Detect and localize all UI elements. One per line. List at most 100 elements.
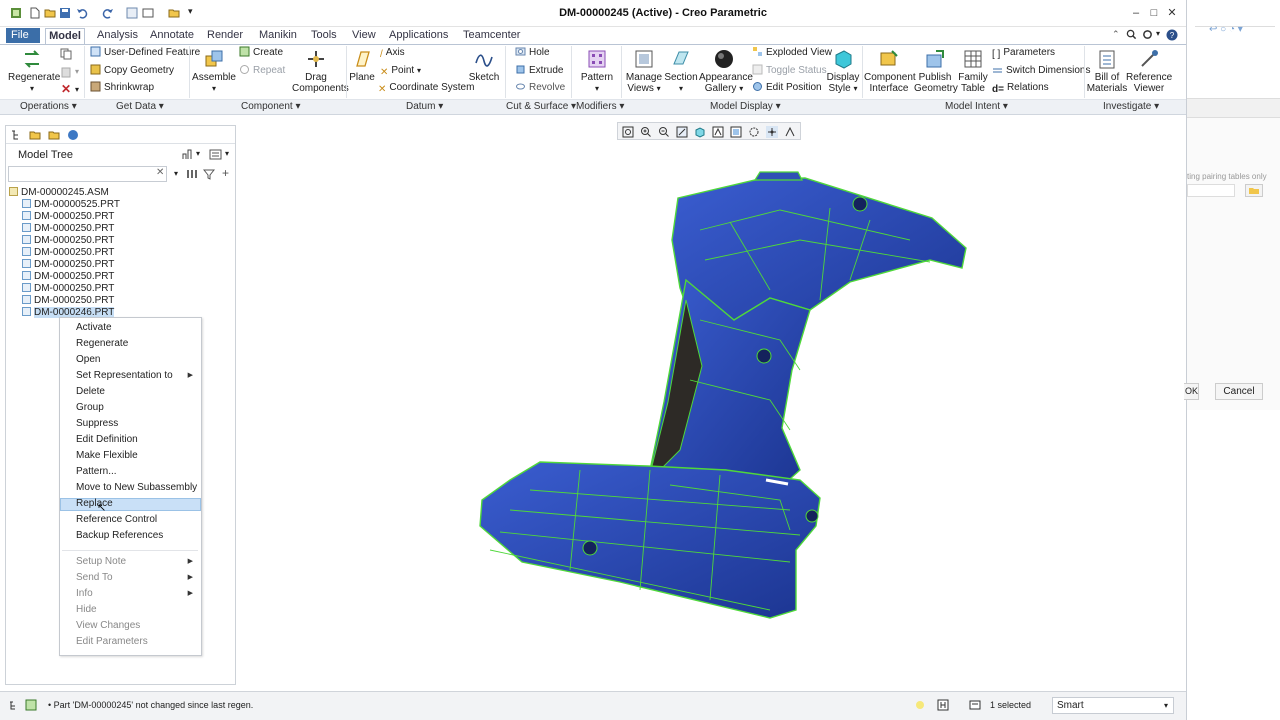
tree-item[interactable]: DM-00000525.PRT (22, 199, 120, 211)
tree-root[interactable]: DM-00000245.ASM (9, 187, 109, 199)
folder-browser-tab-icon[interactable] (29, 129, 41, 141)
spin-center-icon[interactable] (766, 126, 778, 138)
extrude-button[interactable]: Extrude (515, 64, 563, 78)
publish-geometry-button[interactable]: Publish Geometry (914, 48, 958, 94)
maximize-icon[interactable]: □ (1146, 5, 1162, 21)
tab-analysis[interactable]: Analysis (95, 28, 140, 44)
show-dropdown-icon[interactable]: ▾ (225, 149, 229, 158)
context-menu-item[interactable]: Suppress (76, 417, 201, 431)
appearance-gallery-button[interactable]: Appearance Gallery ▾ (699, 48, 753, 94)
tab-annotate[interactable]: Annotate (148, 28, 196, 44)
plane-button[interactable]: Plane (348, 48, 376, 83)
tree-item[interactable]: DM-0000250.PRT (22, 223, 114, 235)
tree-settings-icon[interactable] (181, 148, 194, 161)
tab-teamcenter[interactable]: Teamcenter (461, 28, 522, 44)
context-menu-item[interactable]: Delete (76, 385, 201, 399)
parameters-button[interactable]: [ ] Parameters (992, 46, 1055, 60)
context-menu-item[interactable]: Hide (76, 603, 201, 617)
favorites-tab-icon[interactable] (48, 129, 60, 141)
show-icon[interactable] (209, 148, 222, 161)
redo-icon[interactable] (102, 7, 114, 19)
group-model-display[interactable]: Model Display ▾ (710, 101, 781, 112)
model-tree-search-input[interactable] (8, 166, 167, 182)
ok-button[interactable]: OK (1183, 383, 1199, 400)
refit-icon[interactable] (622, 126, 634, 138)
folder-icon[interactable] (168, 7, 180, 19)
datum-display-icon[interactable] (784, 126, 796, 138)
assemble-button[interactable]: Assemble ▾ (192, 48, 236, 94)
component-interface-button[interactable]: Component Interface (864, 48, 916, 94)
context-menu-item[interactable]: Move to New Subassembly (76, 481, 201, 495)
perspective-view-icon[interactable] (748, 126, 760, 138)
view-manager-icon[interactable] (730, 126, 742, 138)
context-menu-item[interactable]: Edit Parameters (76, 635, 201, 649)
selection-buffer-icon[interactable] (969, 699, 981, 711)
attention-icon[interactable] (910, 699, 926, 711)
find-icon[interactable] (186, 168, 198, 180)
close-icon[interactable]: ✕ (1164, 5, 1180, 21)
group-model-intent[interactable]: Model Intent ▾ (945, 101, 1008, 112)
group-investigate[interactable]: Investigate ▾ (1103, 101, 1159, 112)
context-menu-item[interactable]: Group (76, 401, 201, 415)
context-menu-item[interactable]: Pattern... (76, 465, 201, 479)
copy-icon[interactable] (60, 48, 72, 60)
context-menu-item[interactable]: Reference Control (76, 513, 201, 527)
3d-model[interactable] (470, 170, 975, 630)
undo-icon[interactable] (76, 7, 88, 19)
browser-icon[interactable]: ↩ ○ ◔ ▾ (1209, 24, 1243, 35)
switch-dimensions-button[interactable]: Switch Dimensions (992, 64, 1090, 78)
family-table-button[interactable]: Family Table (956, 48, 990, 94)
context-menu-item[interactable]: Setup Note ▶ (76, 555, 201, 569)
add-column-icon[interactable]: + (222, 166, 229, 180)
dialog-field[interactable] (1187, 184, 1235, 197)
tab-render[interactable]: Render (205, 28, 245, 44)
hole-button[interactable]: Hole (515, 46, 550, 60)
tab-applications[interactable]: Applications (387, 28, 450, 44)
repaint-icon[interactable] (676, 126, 688, 138)
history-tab-icon[interactable] (67, 129, 79, 141)
group-modifiers[interactable]: Modifiers ▾ (576, 101, 624, 112)
copy-geometry-button[interactable]: Copy Geometry (90, 64, 174, 78)
regenerate-small-icon[interactable] (126, 7, 138, 19)
context-menu-item[interactable]: Edit Definition (76, 433, 201, 447)
toggle-status-button[interactable]: Toggle Status (752, 64, 827, 78)
repeat-button[interactable]: Repeat (239, 64, 285, 78)
display-style-view-icon[interactable] (694, 126, 706, 138)
search-icon[interactable] (1126, 29, 1137, 40)
shrinkwrap-button[interactable]: Shrinkwrap (90, 81, 154, 95)
collapse-ribbon-icon[interactable]: ⌃ (1112, 29, 1120, 40)
drag-components-button[interactable]: Drag Components (292, 48, 349, 94)
context-menu-item[interactable]: Open (76, 353, 201, 367)
help-icon[interactable]: ? (1166, 29, 1178, 41)
saved-views-icon[interactable] (712, 126, 724, 138)
selection-count[interactable]: 1 selected (990, 700, 1031, 710)
tab-view[interactable]: View (350, 28, 378, 44)
pattern-button[interactable]: Pattern ▾ (578, 48, 616, 94)
relations-button[interactable]: d= Relations (992, 81, 1049, 95)
coordinate-system-button[interactable]: ✕ Coordinate System (378, 81, 474, 95)
tree-item[interactable]: DM-0000250.PRT (22, 259, 114, 271)
search-dropdown-icon[interactable]: ▾ (174, 169, 178, 178)
context-menu-item[interactable]: Backup References (76, 529, 201, 543)
context-menu-item[interactable]: View Changes (76, 619, 201, 633)
delete-icon[interactable]: ✕ (61, 82, 71, 96)
axis-button[interactable]: / Axis (380, 46, 405, 60)
tree-item[interactable]: DM-0000250.PRT (22, 211, 114, 223)
paste-dropdown-icon[interactable]: ▾ (75, 67, 79, 76)
tree-item[interactable]: DM-0000250.PRT (22, 235, 114, 247)
filter-dropdown-icon[interactable]: ▾ (1164, 698, 1168, 713)
navigator-toggle-icon[interactable] (9, 700, 20, 711)
zoom-out-icon[interactable] (658, 126, 670, 138)
file-menu-button[interactable]: File (6, 28, 40, 43)
context-menu-item[interactable]: Send To ▶ (76, 571, 201, 585)
group-datum[interactable]: Datum ▾ (406, 101, 443, 112)
display-style-button[interactable]: Display Style ▾ (826, 48, 860, 94)
minimize-icon[interactable]: – (1128, 5, 1144, 21)
create-button[interactable]: Create (239, 46, 283, 60)
regenerate-button[interactable]: Regenerate ▾ (8, 48, 60, 94)
cancel-button[interactable]: Cancel (1215, 383, 1263, 400)
tree-item[interactable]: DM-0000250.PRT (22, 283, 114, 295)
context-menu-item[interactable]: Set Representation to ▶ (76, 369, 201, 383)
browser-toggle-icon[interactable] (25, 699, 37, 711)
selection-filter[interactable]: Smart ▾ (1052, 697, 1174, 714)
